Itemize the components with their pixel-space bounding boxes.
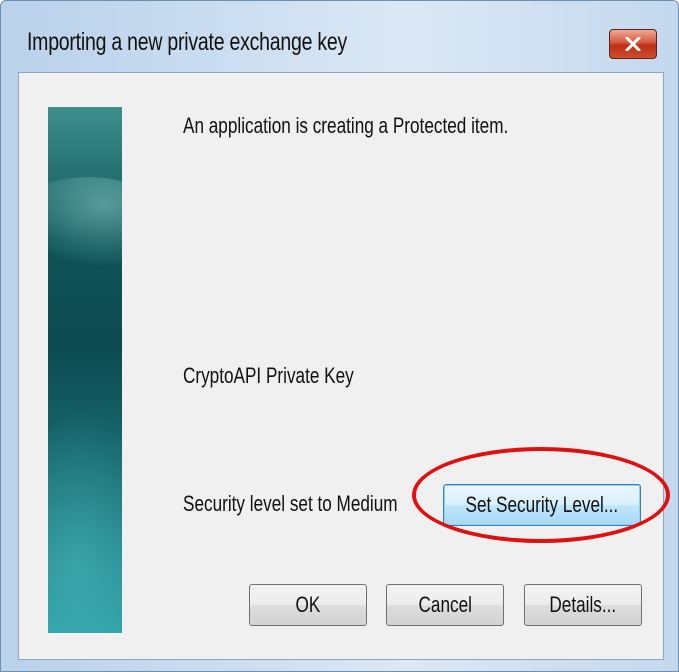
ok-label: OK — [295, 592, 321, 617]
close-icon — [625, 37, 641, 51]
set-security-level-button[interactable]: Set Security Level... — [443, 484, 641, 526]
details-button[interactable]: Details... — [524, 584, 642, 626]
details-label: Details... — [549, 592, 617, 617]
message-heading: An application is creating a Protected i… — [183, 113, 509, 138]
side-banner-graphic — [48, 107, 122, 633]
cancel-label: Cancel — [418, 592, 472, 617]
window-title: Importing a new private exchange key — [27, 28, 348, 56]
ok-button[interactable]: OK — [249, 584, 367, 626]
set-security-level-label: Set Security Level... — [465, 492, 619, 517]
item-name-label: CryptoAPI Private Key — [183, 363, 354, 388]
dialog-client-area: An application is creating a Protected i… — [18, 72, 664, 660]
close-button[interactable] — [609, 29, 657, 59]
security-level-label: Security level set to Medium — [183, 491, 398, 516]
cancel-button[interactable]: Cancel — [386, 584, 504, 626]
